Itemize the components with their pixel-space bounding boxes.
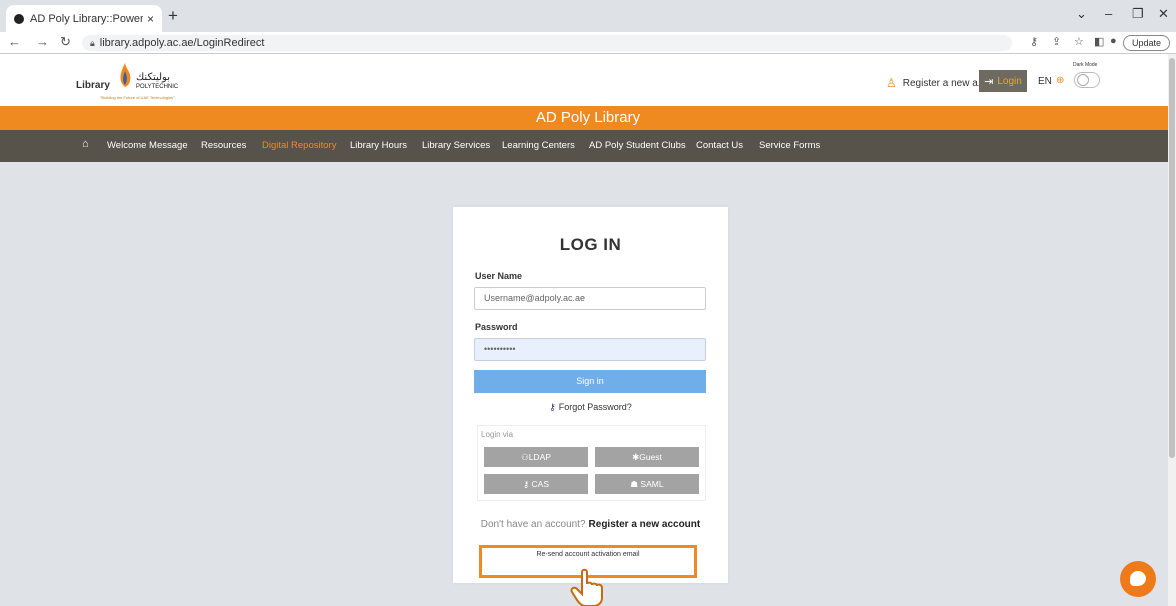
browser-tabbar: AD Poly Library::Powered by Dev × + ⌄ – … — [0, 0, 1176, 32]
main-nav: ⌂ Welcome Message Resources Digital Repo… — [0, 130, 1176, 162]
register-link[interactable]: ♙ Register a new a... — [886, 76, 986, 90]
nav-item-learning-centers[interactable]: Learning Centers — [502, 140, 575, 151]
login-title: LOG IN — [559, 235, 622, 254]
toggle-knob — [1077, 74, 1089, 86]
password-input[interactable]: •••••••••• — [474, 338, 706, 361]
cas-button[interactable]: ⚷ CAS — [484, 474, 588, 494]
close-window-button[interactable]: ✕ — [1158, 6, 1169, 22]
favicon-icon — [14, 13, 24, 24]
forgot-password-link[interactable]: ⚷ Forgot Password? — [453, 402, 728, 413]
site-header: Library بوليتكنك POLYTECHNIC "Building t… — [0, 54, 1176, 106]
users-icon: ☗ — [630, 479, 641, 489]
flame-logo-icon — [120, 63, 131, 87]
nav-item-student-clubs[interactable]: AD Poly Student Clubs — [589, 140, 686, 151]
logo-library-text: Library — [76, 80, 110, 91]
url-field[interactable]: 🔒︎ library.adpoly.ac.ae/LoginRedirect — [82, 35, 1012, 51]
url-text: library.adpoly.ac.ae/LoginRedirect — [99, 37, 265, 49]
guest-button[interactable]: ✱Guest — [595, 447, 699, 467]
logo-polytechnic: POLYTECHNIC — [136, 84, 179, 90]
resend-activation-link[interactable]: Re-send account activation email — [482, 551, 694, 558]
library-logo[interactable]: Library بوليتكنك POLYTECHNIC "Building t… — [70, 58, 200, 104]
minimize-button[interactable]: – — [1105, 6, 1112, 21]
password-label: Password — [475, 322, 518, 332]
forward-icon[interactable]: → — [36, 34, 49, 49]
globe-icon[interactable]: ⊕ — [1056, 75, 1064, 86]
sitemap-icon: ⚇ — [521, 452, 529, 462]
username-label: User Name — [475, 271, 523, 281]
address-bar: ← → ↻ 🔒︎ library.adpoly.ac.ae/LoginRedire… — [0, 32, 1176, 54]
login-card: LOG IN User Name Username@adpoly.ac.ae P… — [453, 207, 728, 583]
login-arrow-icon: ⇥ — [984, 75, 994, 88]
scrollbar-thumb[interactable] — [1169, 58, 1175, 458]
nav-item-digital-repository[interactable]: Digital Repository — [262, 140, 336, 151]
login-via-panel: Login via ⚇LDAP ✱Guest ⚷ CAS ☗ SAML — [477, 425, 706, 501]
ldap-label: LDAP — [528, 452, 551, 462]
chat-widget-button[interactable] — [1120, 561, 1156, 597]
nav-item-contact-us[interactable]: Contact Us — [696, 140, 743, 151]
site-banner: AD Poly Library — [0, 106, 1176, 130]
tab-close-icon[interactable]: × — [147, 12, 154, 26]
sign-in-button[interactable]: Sign in — [474, 370, 706, 393]
nav-item-library-hours[interactable]: Library Hours — [350, 140, 407, 151]
no-account-row: Don't have an account? Register a new acc… — [453, 519, 728, 530]
language-selector[interactable]: EN — [1038, 76, 1052, 87]
dark-mode-toggle[interactable] — [1074, 72, 1100, 88]
lock-icon: 🔒︎ — [90, 38, 95, 48]
saml-button[interactable]: ☗ SAML — [595, 474, 699, 494]
nav-item-welcome-message[interactable]: Welcome Message — [107, 140, 188, 151]
update-button[interactable]: Update — [1122, 35, 1170, 51]
reload-icon[interactable]: ↻ — [60, 34, 71, 50]
username-input[interactable]: Username@adpoly.ac.ae — [474, 287, 706, 310]
new-tab-button[interactable]: + — [168, 6, 178, 26]
nav-item-service-forms[interactable]: Service Forms — [759, 140, 820, 151]
register-label: Register a new a... — [902, 77, 987, 89]
hand-pointer-icon — [570, 568, 603, 606]
login-button[interactable]: ⇥ Login — [979, 70, 1027, 92]
nav-item-library-services[interactable]: Library Services — [422, 140, 490, 151]
saml-label: SAML — [640, 479, 664, 489]
key-icon: ⚷ — [549, 402, 556, 412]
star-icon[interactable]: ☆ — [1074, 35, 1084, 48]
back-icon[interactable]: ← — [8, 34, 21, 49]
key-icon: ⚷ — [522, 479, 532, 489]
tab-title: AD Poly Library::Powered by Dev — [30, 12, 143, 25]
restore-button[interactable]: ❐ — [1132, 6, 1144, 22]
page-scrollbar[interactable] — [1168, 54, 1176, 606]
browser-tab[interactable]: AD Poly Library::Powered by Dev × — [6, 5, 162, 32]
tab-search-icon[interactable]: ⌄ — [1076, 6, 1087, 22]
chat-icon — [1130, 571, 1146, 586]
login-label: Login — [997, 75, 1022, 87]
sidepanel-icon[interactable]: ◧ — [1094, 35, 1104, 48]
nav-item-resources[interactable]: Resources — [201, 140, 246, 151]
profile-icon[interactable]: ● — [1110, 35, 1117, 47]
forgot-label: Forgot Password? — [558, 402, 632, 412]
logo-arabic: بوليتكنك — [136, 72, 170, 83]
no-account-text: Don't have an account? — [480, 519, 586, 530]
guest-label: Guest — [639, 452, 662, 462]
banner-title: AD Poly Library — [535, 109, 641, 126]
ldap-button[interactable]: ⚇LDAP — [484, 447, 588, 467]
add-user-icon: ♙ — [886, 76, 897, 90]
home-icon[interactable]: ⌂ — [82, 138, 89, 150]
share-icon[interactable]: ⇪ — [1052, 35, 1061, 48]
login-via-label: Login via — [481, 430, 514, 439]
register-account-link[interactable]: Register a new account — [589, 519, 701, 530]
dark-mode-label: Dark Mode — [1073, 62, 1098, 68]
cas-label: CAS — [531, 479, 550, 489]
key-icon[interactable]: ⚷ — [1030, 35, 1038, 48]
logo-tagline: "Building the Future of UAE Technologies… — [100, 95, 175, 100]
